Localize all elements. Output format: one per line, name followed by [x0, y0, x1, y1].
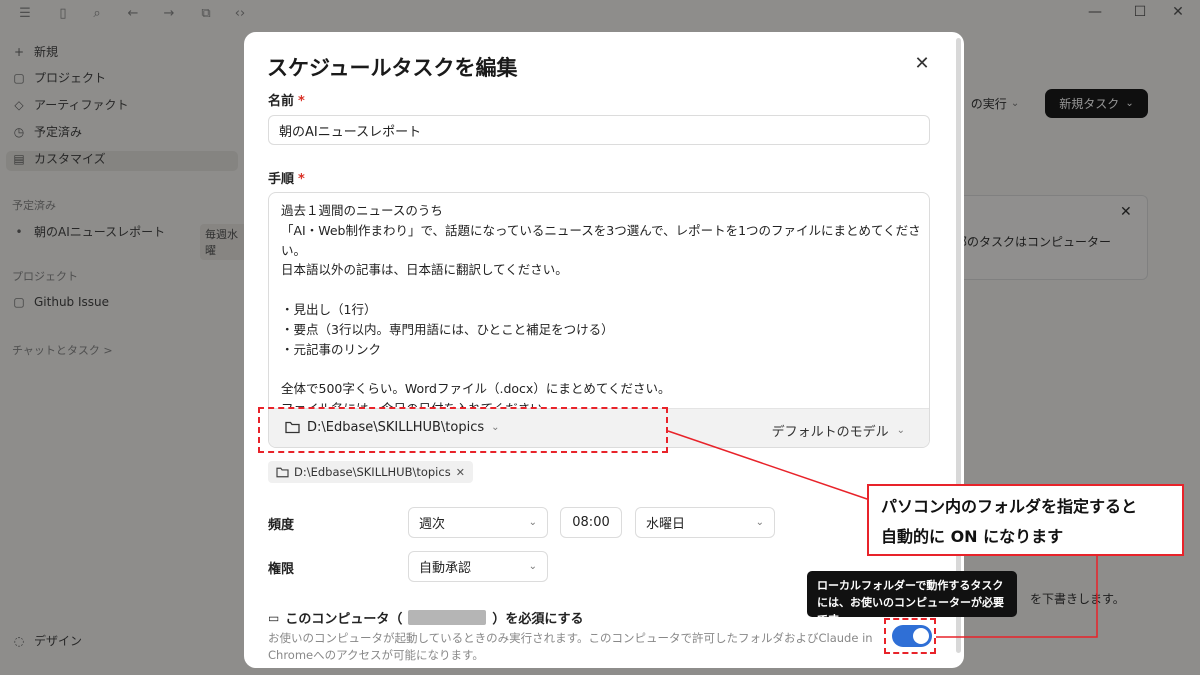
annotation-callout: パソコン内のフォルダを指定すると 自動的に ON になります [867, 484, 1184, 556]
task-name-input[interactable] [268, 115, 930, 145]
dialog-scrollbar[interactable] [956, 38, 961, 653]
required-mark: * [298, 94, 305, 109]
annotation-folder-highlight [258, 407, 668, 453]
permission-select[interactable]: 自動承認 ⌄ [408, 551, 548, 582]
chevron-down-icon: ⌄ [528, 517, 537, 528]
require-computer-label: ▭ このコンピュータ（ ）を必須にする [268, 610, 584, 627]
time-input[interactable]: 08:00 [560, 507, 622, 538]
name-label: 名前 * [268, 94, 305, 109]
callout-line-1: パソコン内のフォルダを指定すると [881, 497, 1138, 516]
steps-label: 手順 * [268, 172, 305, 187]
toggle-tooltip: ローカルフォルダーで動作するタスクには、お使いのコンピューターが必要です。 [807, 571, 1017, 626]
chevron-down-icon: ⌄ [896, 425, 905, 436]
steps-text[interactable]: 過去１週間のニュースのうち 「AI・Web制作まわり」で、話題になっているニュー… [281, 201, 921, 407]
folder-icon [276, 467, 289, 477]
chevron-down-icon: ⌄ [528, 561, 537, 572]
remove-folder-icon[interactable]: ✕ [456, 466, 465, 479]
dialog-title: スケジュールタスクを編集 [267, 56, 518, 80]
permission-label: 権限 [268, 562, 295, 577]
require-computer-description: お使いのコンピュータが起動しているときのみ実行されます。このコンピュータで許可し… [268, 631, 873, 662]
weekday-select[interactable]: 水曜日 ⌄ [635, 507, 775, 538]
folder-chip: D:\Edbase\SKILLHUB\topics ✕ [268, 461, 473, 483]
laptop-icon: ▭ [268, 610, 280, 625]
annotation-toggle-highlight [884, 618, 936, 654]
required-mark: * [298, 172, 305, 187]
close-icon[interactable]: ✕ [910, 52, 934, 76]
frequency-label: 頻度 [268, 518, 295, 533]
chevron-down-icon: ⌄ [755, 517, 764, 528]
callout-line-2: 自動的に ON になります [881, 527, 1064, 546]
redacted-computer-name [408, 610, 487, 625]
model-selector[interactable]: デフォルトのモデル ⌄ [772, 421, 905, 440]
frequency-select[interactable]: 週次 ⌄ [408, 507, 548, 538]
